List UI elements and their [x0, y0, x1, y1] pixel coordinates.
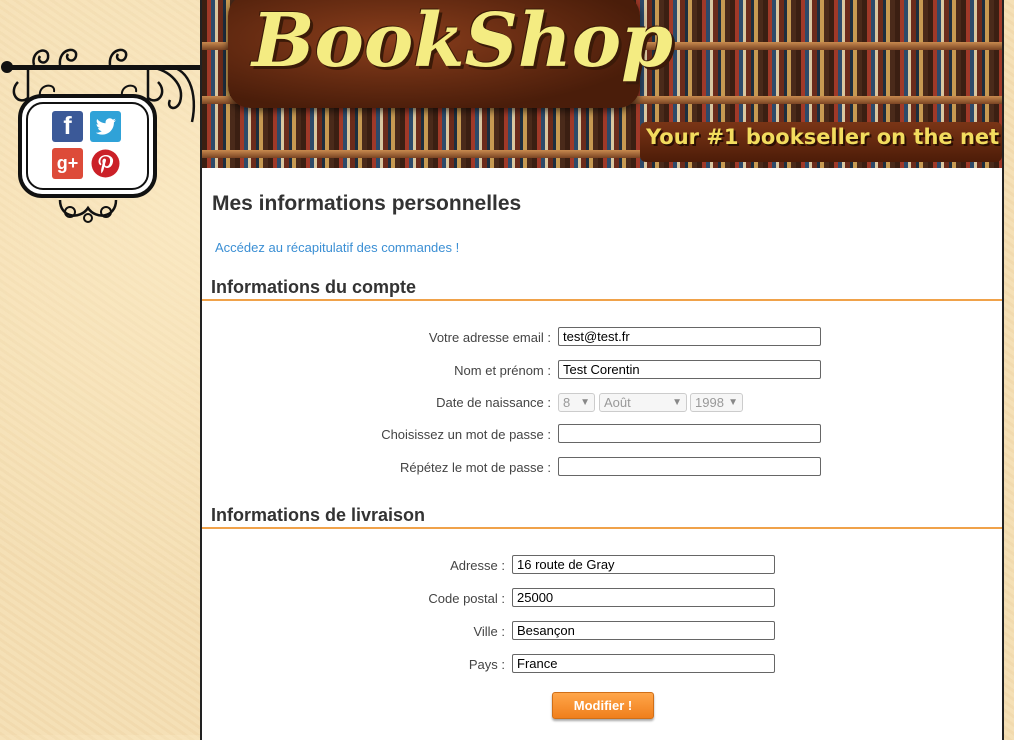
googleplus-glyph: g+: [56, 153, 79, 173]
address-field[interactable]: 16 route de Gray: [512, 555, 775, 574]
email-label: Votre adresse email :: [428, 330, 551, 345]
repeat-password-field[interactable]: [558, 457, 821, 476]
pinterest-icon[interactable]: [90, 148, 121, 179]
name-label: Nom et prénom :: [454, 363, 551, 378]
country-field[interactable]: France: [512, 654, 775, 673]
pinterest-logo-icon: [91, 149, 120, 178]
birth-day-value: 8: [563, 395, 571, 410]
birth-day-select[interactable]: 8 ▼: [558, 393, 595, 412]
repeat-password-label: Répétez le mot de passe :: [399, 460, 551, 475]
banner: BookShop Your #1 bookseller on the net: [202, 0, 1002, 168]
delivery-section-title: Informations de livraison: [211, 505, 426, 525]
account-section-title: Informations du compte: [211, 277, 417, 297]
googleplus-icon[interactable]: g+: [52, 148, 83, 179]
name-field[interactable]: Test Corentin: [558, 360, 821, 379]
chevron-down-icon: ▼: [580, 397, 590, 408]
city-field[interactable]: Besançon: [512, 621, 775, 640]
chevron-down-icon: ▼: [728, 397, 738, 408]
country-label: Pays :: [468, 657, 505, 672]
submit-button[interactable]: Modifier !: [552, 692, 654, 719]
password-field[interactable]: [558, 424, 821, 443]
twitter-icon[interactable]: [90, 111, 121, 142]
birth-month-value: Août: [604, 395, 631, 410]
twitter-bird-icon: [95, 117, 116, 135]
tagline: Your #1 bookseller on the net: [646, 125, 1000, 149]
postal-code-field[interactable]: 25000: [512, 588, 775, 607]
orders-summary-link[interactable]: Accédez au récapitulatif des commandes !: [215, 240, 459, 255]
birth-year-value: 1998: [695, 395, 724, 410]
main-content: BookShop Your #1 bookseller on the net M…: [200, 0, 1004, 740]
section-divider: [202, 299, 1002, 301]
birth-month-select[interactable]: Août ▼: [599, 393, 687, 412]
facebook-glyph: f: [63, 112, 72, 140]
city-label: Ville :: [473, 624, 505, 639]
page-title: Mes informations personnelles: [212, 192, 522, 215]
password-label: Choisissez un mot de passe :: [381, 427, 551, 442]
birth-year-select[interactable]: 1998 ▼: [690, 393, 743, 412]
email-field[interactable]: test@test.fr: [558, 327, 821, 346]
chevron-down-icon: ▼: [672, 397, 682, 408]
postal-code-label: Code postal :: [428, 591, 505, 606]
birthdate-label: Date de naissance :: [436, 395, 551, 410]
facebook-icon[interactable]: f: [52, 111, 83, 142]
address-label: Adresse :: [450, 558, 505, 573]
section-divider: [202, 527, 1002, 529]
site-logo[interactable]: BookShop: [252, 0, 673, 84]
